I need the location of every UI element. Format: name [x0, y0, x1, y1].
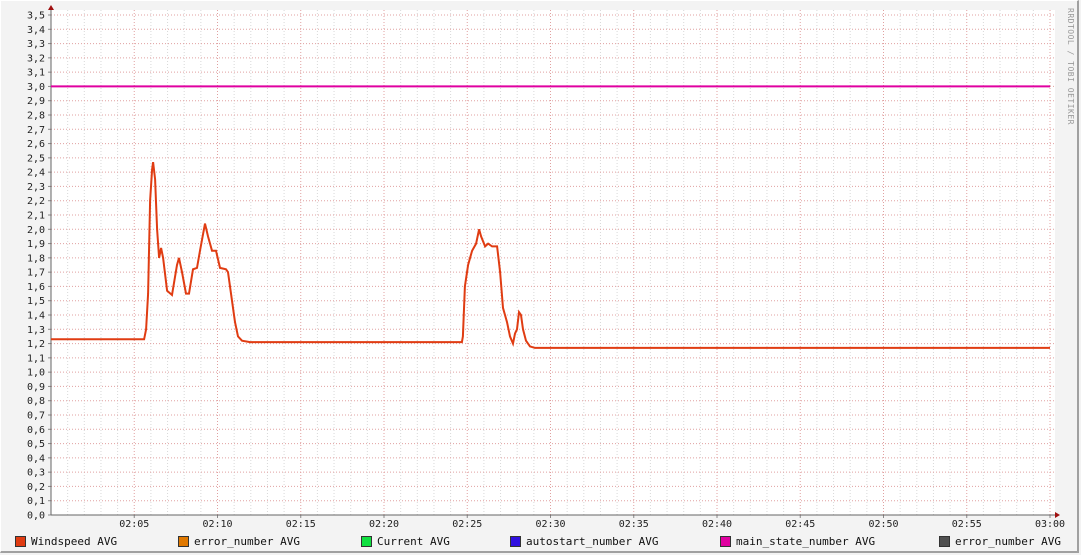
y-tick-label: 3,4 [27, 25, 45, 36]
legend-item: error_number AVG [939, 535, 1061, 548]
y-tick-label: 2,3 [27, 182, 45, 193]
x-tick-label: 03:00 [1035, 519, 1065, 530]
y-tick-label: 2,2 [27, 196, 45, 207]
y-tick-label: 1,3 [27, 325, 45, 336]
legend-item: error_number AVG [178, 535, 300, 548]
y-axis-arrow-icon [48, 5, 54, 10]
y-tick-label: 1,1 [27, 353, 45, 364]
y-tick-label: 1,7 [27, 268, 45, 279]
x-tick-label: 02:40 [702, 519, 732, 530]
y-tick-label: 0,9 [27, 382, 45, 393]
x-axis-arrow-icon [1055, 512, 1060, 518]
y-tick-label: 2,6 [27, 139, 45, 150]
legend-swatch [361, 536, 372, 547]
y-tick-label: 3,0 [27, 82, 45, 93]
x-tick-label: 02:05 [119, 519, 149, 530]
y-tick-label: 1,0 [27, 368, 45, 379]
legend-item: Current AVG [361, 535, 450, 548]
y-tick-label: 1,8 [27, 253, 45, 264]
legend-label: error_number AVG [955, 535, 1061, 548]
x-tick-label: 02:50 [868, 519, 898, 530]
y-tick-label: 0,1 [27, 496, 45, 507]
y-tick-label: 2,5 [27, 153, 45, 164]
legend-swatch [178, 536, 189, 547]
x-tick-label: 02:10 [202, 519, 232, 530]
y-tick-label: 1,2 [27, 339, 45, 350]
legend-swatch [510, 536, 521, 547]
legend-item: Windspeed AVG [15, 535, 117, 548]
x-tick-label: 02:30 [535, 519, 565, 530]
y-tick-label: 0,7 [27, 411, 45, 422]
y-tick-label: 2,0 [27, 225, 45, 236]
y-tick-label: 1,4 [27, 311, 45, 322]
legend-label: autostart_number AVG [526, 535, 659, 548]
y-tick-label: 2,9 [27, 96, 45, 107]
x-tick-label: 02:55 [952, 519, 982, 530]
y-tick-label: 0,4 [27, 453, 45, 464]
y-tick-label: 0,6 [27, 425, 45, 436]
x-tick-label: 02:25 [452, 519, 482, 530]
y-tick-label: 1,9 [27, 239, 45, 250]
y-tick-label: 0,3 [27, 468, 45, 479]
legend-item: autostart_number AVG [510, 535, 658, 548]
y-tick-label: 0,0 [27, 511, 45, 522]
y-tick-label: 2,8 [27, 111, 45, 122]
legend-label: main_state_number AVG [736, 535, 876, 548]
y-tick-label: 0,8 [27, 396, 45, 407]
y-tick-label: 2,7 [27, 125, 45, 136]
legend-item: main_state_number AVG [720, 535, 875, 548]
legend-label: Windspeed AVG [31, 535, 118, 548]
x-tick-label: 02:35 [619, 519, 649, 530]
legend-label: Current AVG [377, 535, 450, 548]
y-tick-label: 3,5 [27, 11, 45, 22]
y-tick-label: 0,2 [27, 482, 45, 493]
y-tick-label: 2,1 [27, 211, 45, 222]
y-tick-label: 1,5 [27, 296, 45, 307]
y-tick-label: 1,6 [27, 282, 45, 293]
legend-label: error_number AVG [194, 535, 300, 548]
x-tick-label: 02:15 [286, 519, 316, 530]
y-tick-label: 2,4 [27, 168, 45, 179]
y-tick-label: 3,1 [27, 68, 45, 79]
chart: 0,0 0,1 0,2 0,3 0,4 0,5 0,6 0,7 0,8 0,9 1,0 1,1 1,2 1… [27, 5, 1065, 530]
legend-swatch [939, 536, 950, 547]
legend-swatch [15, 536, 26, 547]
x-tick-label: 02:45 [785, 519, 815, 530]
rrdtool-watermark: RRDTOOL / TOBI OETIKER [1066, 8, 1075, 125]
y-tick-label: 0,5 [27, 439, 45, 450]
legend: Windspeed AVG error_number AVG Current AVG… [0, 535, 1081, 549]
x-tick-label: 02:20 [369, 519, 399, 530]
y-tick-label: 3,3 [27, 39, 45, 50]
y-tick-label: 3,2 [27, 53, 45, 64]
legend-swatch [720, 536, 731, 547]
